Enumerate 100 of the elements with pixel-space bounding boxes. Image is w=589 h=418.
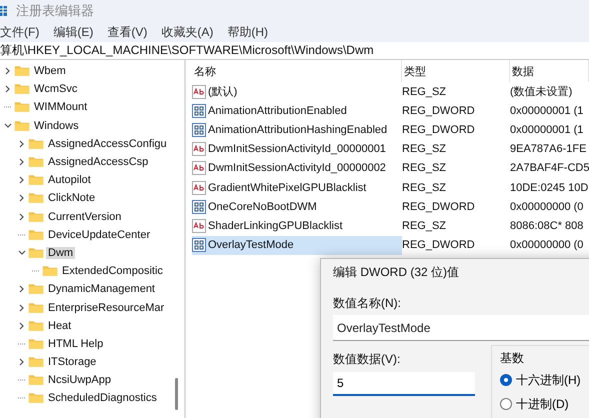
- radio-button[interactable]: [500, 374, 512, 386]
- tree-item[interactable]: AssignedAccessConfigu: [46, 138, 169, 150]
- menu-item[interactable]: 查看(V): [107, 24, 148, 40]
- tree-item[interactable]: ClickNote: [46, 192, 98, 204]
- type-cell-text: REG_DWORD: [402, 200, 476, 215]
- type-cell-text: REG_DWORD: [402, 104, 476, 119]
- value-name-cell[interactable]: OverlayTestMode: [192, 236, 402, 255]
- text-value-icon: [192, 161, 206, 176]
- menu-item[interactable]: 文件(F): [0, 24, 40, 40]
- radio-label[interactable]: 十进制(D): [516, 396, 569, 412]
- value-name-cell[interactable]: DwmInitSessionActivityId_00000001: [192, 140, 402, 159]
- chevron-icon[interactable]: [18, 358, 26, 366]
- folder-icon: [14, 101, 30, 114]
- address-bar[interactable]: 算机\HKEY_LOCAL_MACHINE\SOFTWARE\Microsoft\Windows\Dwm: [0, 42, 589, 60]
- tree-item[interactable]: NcsiUwpApp: [46, 374, 113, 386]
- tree-item[interactable]: ExtendedCompositic: [60, 265, 165, 278]
- value-name-cell[interactable]: AnimationAttributionHashingEnabled: [192, 120, 402, 140]
- folder-icon: [28, 228, 44, 241]
- tree-item[interactable]: Dwm: [46, 246, 76, 259]
- chevron-icon[interactable]: [18, 248, 26, 257]
- value-name-cell[interactable]: DwmInitSessionActivityId_00000002: [192, 158, 402, 178]
- folder-icon: [28, 302, 44, 314]
- data-cell-text: (数值未设置): [510, 85, 574, 100]
- scrollbar-thumb[interactable]: [175, 378, 178, 410]
- data-cell-text: 0x00000000 (0: [510, 238, 584, 254]
- chevron-icon[interactable]: [18, 212, 26, 221]
- tree-item[interactable]: WIMMount: [32, 101, 90, 114]
- tree-item[interactable]: Windows: [32, 120, 81, 132]
- folder-icon: [28, 374, 44, 386]
- type-cell-text: REG_SZ: [402, 161, 448, 176]
- tree-item[interactable]: Autopilot: [46, 174, 93, 186]
- value-data-field[interactable]: 5: [333, 372, 475, 396]
- tree-item[interactable]: Heat: [46, 320, 74, 332]
- folder-icon: [28, 246, 44, 259]
- folder-icon: [28, 174, 44, 186]
- tree-item[interactable]: DeviceUpdateCenter: [46, 228, 152, 241]
- text-value-icon: [192, 180, 206, 195]
- folder-icon: [28, 283, 44, 296]
- tree-item[interactable]: ScheduledDiagnostics: [46, 392, 159, 404]
- type-cell-text: REG_DWORD: [402, 238, 476, 254]
- binary-value-icon: [192, 122, 206, 137]
- chevron-icon[interactable]: [18, 304, 26, 312]
- type-cell-text: REG_SZ: [402, 142, 448, 158]
- value-name-cell[interactable]: ShaderLinkingGPUBlacklist: [192, 216, 402, 236]
- chevron-icon[interactable]: [18, 322, 26, 330]
- tree-item[interactable]: Wbem: [32, 65, 68, 78]
- type-cell-text: REG_SZ: [402, 180, 448, 196]
- folder-icon: [28, 320, 44, 332]
- chevron-icon[interactable]: [18, 176, 26, 184]
- menu-item[interactable]: 收藏夹(A): [161, 24, 214, 40]
- chevron-icon[interactable]: [18, 285, 26, 294]
- tree-item[interactable]: AssignedAccessCsp: [46, 156, 150, 168]
- value-name-cell[interactable]: (默认): [192, 82, 402, 102]
- folder-icon: [28, 138, 44, 150]
- text-value-icon: [192, 142, 206, 156]
- folder-icon: [28, 356, 44, 368]
- folder-icon: [28, 156, 44, 168]
- menu-item[interactable]: 编辑(E): [53, 24, 94, 40]
- radio-label[interactable]: 十六进制(H): [516, 372, 581, 388]
- menu-item[interactable]: 帮助(H): [227, 24, 268, 40]
- chevron-icon[interactable]: [4, 122, 12, 130]
- radio-button[interactable]: [500, 398, 512, 410]
- folder-icon: [14, 65, 30, 78]
- tree-item[interactable]: CurrentVersion: [46, 210, 124, 223]
- value-name-field[interactable]: OverlayTestMode: [333, 315, 589, 341]
- data-cell-text: 8086:08C* 808: [510, 218, 584, 234]
- data-cell-text: 10DE:0245 10D: [510, 180, 589, 196]
- value-name-cell[interactable]: AnimationAttributionEnabled: [192, 101, 402, 120]
- folder-icon: [14, 83, 30, 96]
- tree-item[interactable]: WcmSvc: [32, 83, 80, 96]
- folder-icon: [28, 338, 44, 350]
- folder-icon: [42, 265, 58, 278]
- chevron-icon[interactable]: [4, 85, 12, 94]
- value-name-cell[interactable]: GradientWhitePixelGPUBlacklist: [192, 178, 402, 198]
- data-cell-text: 0x00000000 (0: [510, 200, 584, 215]
- type-cell-text: REG_SZ: [402, 84, 448, 100]
- folder-icon: [28, 392, 44, 404]
- app-icon: [0, 4, 8, 18]
- chevron-icon[interactable]: [18, 158, 26, 166]
- value-name-cell[interactable]: OneCoreNoBootDWM: [192, 197, 402, 216]
- type-cell-text: REG_SZ: [402, 218, 448, 234]
- dialog-title: 编辑 DWORD (32 位)值: [333, 264, 460, 280]
- folder-icon: [28, 210, 44, 223]
- chevron-icon[interactable]: [18, 140, 26, 148]
- base-group-title: 基数: [500, 351, 524, 365]
- tree-item[interactable]: DynamicManagement: [46, 283, 157, 296]
- column-header[interactable]: 类型: [402, 60, 510, 82]
- column-header[interactable]: 名称: [192, 60, 402, 82]
- tree-item[interactable]: ITStorage: [46, 356, 98, 368]
- tree-item[interactable]: EnterpriseResourceMar: [46, 302, 166, 314]
- value-data-label: 数值数据(V):: [333, 351, 402, 367]
- chevron-icon[interactable]: [4, 67, 12, 76]
- binary-value-icon: [192, 238, 206, 252]
- chevron-icon[interactable]: [18, 194, 26, 202]
- data-cell-text: 2A7BAF4F-CD5: [510, 161, 589, 176]
- binary-value-icon: [192, 200, 206, 214]
- tree-item[interactable]: HTML Help: [46, 338, 106, 350]
- column-header[interactable]: 数据: [510, 60, 589, 82]
- value-name-label: 数值名称(N):: [333, 295, 402, 311]
- type-cell-text: REG_DWORD: [402, 122, 476, 138]
